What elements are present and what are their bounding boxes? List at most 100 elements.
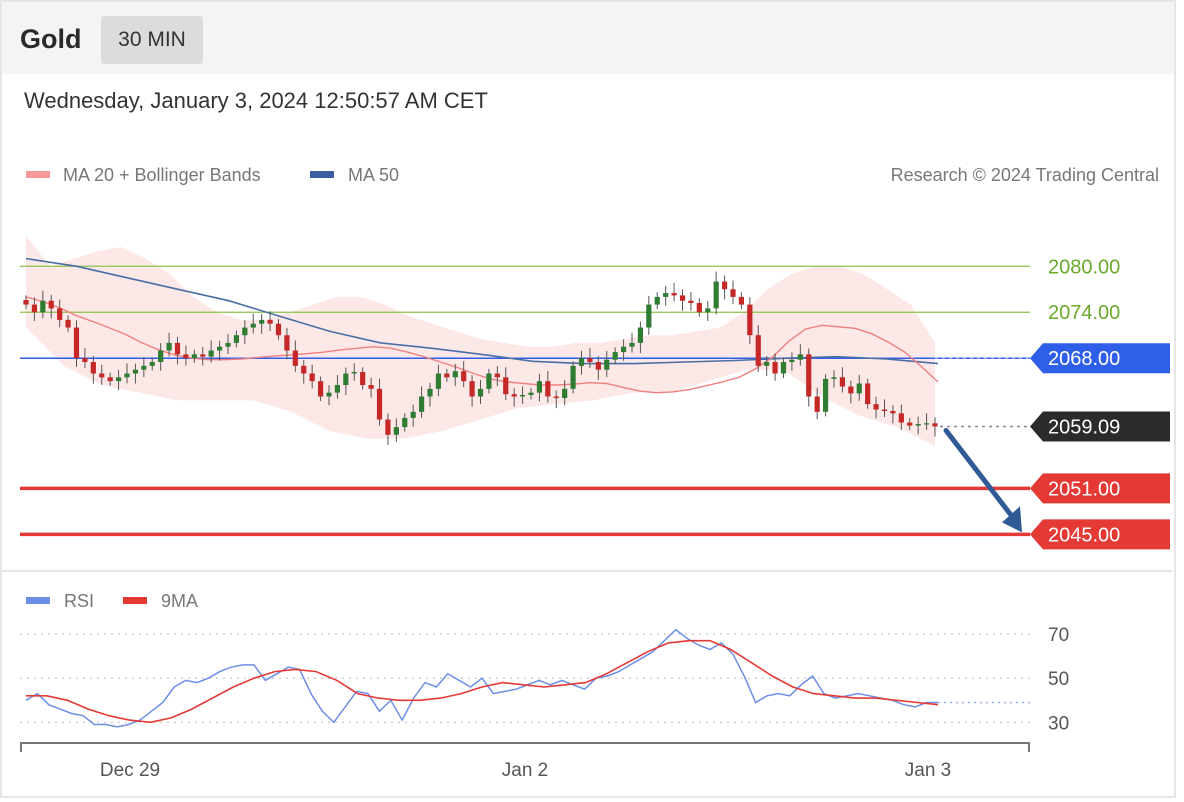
candle-body-down bbox=[839, 377, 846, 387]
rsi-legend-swatch bbox=[26, 597, 50, 604]
candle-body-down bbox=[848, 386, 854, 394]
candle-body-down bbox=[511, 394, 517, 397]
rsi-legend-label: RSI bbox=[64, 591, 94, 611]
candle-body-up bbox=[528, 392, 534, 395]
candle-body-up bbox=[132, 369, 139, 374]
candle-body-up bbox=[242, 327, 248, 336]
candle-body-down bbox=[317, 381, 324, 397]
candle-body-down bbox=[898, 413, 904, 423]
candle-body-down bbox=[865, 383, 871, 405]
candle-body-up bbox=[477, 388, 484, 397]
candle-body-down bbox=[284, 335, 290, 351]
candle bbox=[738, 292, 745, 310]
candle-body-down bbox=[99, 373, 105, 378]
candle-body-down bbox=[494, 373, 500, 378]
ma50-legend-label: MA 50 bbox=[348, 165, 399, 185]
candle-body-down bbox=[376, 388, 383, 420]
candle-body-down bbox=[31, 304, 38, 313]
candle bbox=[688, 292, 694, 311]
level-label-resistance: 2080.00 bbox=[1048, 256, 1120, 278]
candle-body-up bbox=[519, 394, 526, 397]
candle-body-up bbox=[654, 296, 660, 305]
candle-body-down bbox=[595, 362, 601, 370]
candle-body-down bbox=[444, 373, 450, 378]
candle-body-up bbox=[418, 396, 425, 412]
candle-body-down bbox=[301, 365, 307, 374]
rsi-line bbox=[25, 628, 938, 728]
level-label-support: 2051.00 bbox=[1048, 478, 1120, 500]
candle-body-down bbox=[57, 308, 63, 320]
candle-body-up bbox=[141, 365, 147, 370]
candle-body-down bbox=[890, 411, 896, 414]
x-tick-label: Dec 29 bbox=[100, 760, 160, 781]
candle-body-down bbox=[688, 300, 694, 304]
ma20-legend-swatch bbox=[26, 171, 50, 178]
candle-body-up bbox=[637, 327, 644, 343]
candle bbox=[654, 292, 660, 310]
x-tick-label: Jan 2 bbox=[502, 760, 548, 781]
rsi-tick-label: 50 bbox=[1048, 669, 1069, 690]
candle-body-down bbox=[679, 295, 686, 301]
ma50-legend-swatch bbox=[310, 171, 334, 178]
ma20-legend-label: MA 20 + Bollinger Bands bbox=[63, 165, 261, 185]
bollinger-bands bbox=[26, 235, 935, 447]
candle bbox=[646, 295, 652, 335]
candle-body-down bbox=[932, 423, 938, 427]
candle-body-down bbox=[587, 358, 593, 363]
candle-body-up bbox=[663, 293, 669, 297]
candle-body-down bbox=[174, 342, 181, 355]
candle-body-up bbox=[915, 424, 921, 426]
candle-body-up bbox=[570, 365, 576, 389]
candle-body-up bbox=[40, 300, 46, 313]
candle-body-up bbox=[427, 388, 433, 397]
projection-arrow bbox=[943, 427, 1022, 533]
candle-body-up bbox=[923, 423, 930, 425]
candle-body-up bbox=[705, 308, 711, 313]
candle-body-up bbox=[115, 377, 122, 382]
candle-body-up bbox=[343, 373, 349, 385]
candle-body-down bbox=[814, 396, 820, 412]
level-label-current: 2059.09 bbox=[1048, 416, 1120, 438]
candle-body-down bbox=[360, 371, 366, 385]
candle-body-down bbox=[469, 381, 475, 397]
candle-body-down bbox=[48, 300, 54, 309]
candle-body-up bbox=[831, 377, 837, 379]
ma9-legend-swatch bbox=[123, 597, 147, 604]
candle-body-up bbox=[713, 281, 719, 309]
candle-body-up bbox=[486, 373, 492, 389]
candle-body-down bbox=[772, 362, 778, 374]
candle-body-up bbox=[629, 342, 635, 347]
rsi-9ma-line bbox=[26, 639, 939, 724]
candle-body-up bbox=[536, 381, 543, 393]
candle-body-down bbox=[200, 354, 206, 357]
candle-body-up bbox=[797, 354, 803, 360]
candle bbox=[705, 301, 711, 321]
candle-body-down bbox=[368, 385, 374, 389]
candle-body-down bbox=[309, 373, 315, 382]
candle-body-down bbox=[275, 323, 282, 336]
research-credit: Research © 2024 Trading Central bbox=[891, 165, 1159, 185]
price-chart: MA 20 + Bollinger Bands MA 50 Research ©… bbox=[2, 165, 1172, 781]
candle-body-up bbox=[158, 350, 164, 363]
candle bbox=[713, 271, 719, 315]
candle bbox=[696, 298, 702, 317]
candle-body-down bbox=[73, 327, 80, 359]
candle-body-down bbox=[755, 335, 761, 366]
candle-body-down bbox=[503, 377, 509, 395]
candle bbox=[679, 289, 686, 311]
candle-body-down bbox=[873, 404, 879, 410]
candle-body-up bbox=[435, 373, 442, 389]
candle-body-down bbox=[107, 377, 113, 382]
candle-body-up bbox=[393, 427, 399, 435]
candle-body-down bbox=[385, 419, 391, 435]
x-axis-ticks: Dec 29 Jan 2 Jan 3 bbox=[100, 760, 951, 781]
candle bbox=[671, 282, 677, 302]
candle-body-down bbox=[183, 354, 189, 359]
candle-body-up bbox=[646, 304, 652, 328]
candle-body-down bbox=[553, 396, 559, 399]
candle-body-down bbox=[82, 358, 88, 363]
price-labels: 2080.00 2074.00 2068.00 2059.09 2051.00 2045.… bbox=[1030, 256, 1170, 550]
candle-body-up bbox=[124, 373, 130, 378]
candle-body-up bbox=[780, 362, 787, 374]
rsi-tick-label: 70 bbox=[1048, 625, 1069, 646]
